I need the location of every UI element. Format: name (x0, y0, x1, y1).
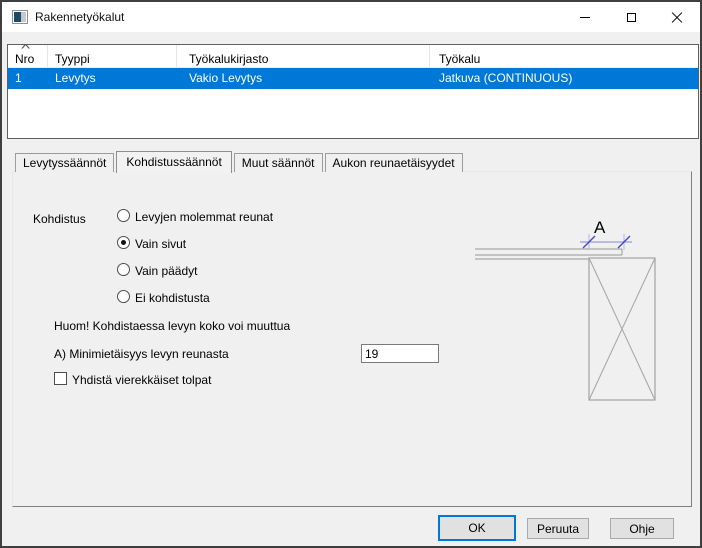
radio-vain-sivut[interactable] (117, 236, 130, 249)
tool-list-header: ^ Nro Tyyppi Työkalukirjasto Työkalu (8, 45, 698, 68)
window-controls (562, 2, 700, 32)
help-button[interactable]: Ohje (610, 518, 674, 539)
app-icon (12, 10, 28, 24)
cancel-button[interactable]: Peruuta (527, 518, 589, 539)
radio-levyjen-molemmat-reunat[interactable] (117, 209, 130, 222)
tool-list: ^ Nro Tyyppi Työkalukirjasto Työkalu 1 L… (7, 44, 699, 139)
alignment-diagram: A (457, 202, 692, 412)
minimize-icon (580, 17, 590, 18)
cell-tyyppi: Levytys (48, 68, 177, 89)
merge-studs-checkbox-label[interactable]: Yhdistä vierekkäiset tolpat (72, 373, 211, 387)
app-icon-left (14, 12, 21, 22)
app-icon-right (21, 12, 26, 22)
radio-label-vain-paadyt[interactable]: Vain päädyt (135, 264, 198, 278)
tab-muut-saannot[interactable]: Muut säännöt (234, 153, 323, 172)
radio-label-vain-sivut[interactable]: Vain sivut (135, 237, 186, 251)
cell-nro: 1 (8, 68, 48, 89)
table-row-selected[interactable]: 1 Levytys Vakio Levytys Jatkuva (CONTINU… (8, 68, 698, 89)
radio-label-levyjen-molemmat-reunat[interactable]: Levyjen molemmat reunat (135, 210, 273, 224)
minimize-button[interactable] (562, 2, 608, 32)
merge-studs-checkbox[interactable] (54, 372, 67, 385)
maximize-icon (627, 13, 636, 22)
close-icon (671, 11, 683, 23)
radio-vain-paadyt[interactable] (117, 263, 130, 276)
dimension-label: A (594, 218, 606, 237)
sort-ascending-icon: ^ (21, 43, 30, 55)
tab-strip: Levytyssäännöt Kohdistussäännöt Muut sää… (15, 150, 465, 172)
cell-tyokalukirjasto: Vakio Levytys (177, 68, 430, 89)
ok-button[interactable]: OK (438, 515, 516, 541)
radio-label-ei-kohdistusta[interactable]: Ei kohdistusta (135, 291, 210, 305)
close-button[interactable] (654, 2, 700, 32)
radio-ei-kohdistusta[interactable] (117, 290, 130, 303)
min-distance-input[interactable] (361, 344, 439, 363)
window-title: Rakennetyökalut (35, 2, 124, 32)
tab-kohdistussaannot[interactable]: Kohdistussäännöt (116, 151, 231, 173)
maximize-button[interactable] (608, 2, 654, 32)
column-header-tyokalu[interactable]: Työkalu (430, 45, 698, 67)
note-text: Huom! Kohdistaessa levyn koko voi muuttu… (54, 319, 290, 333)
column-header-tyyppi[interactable]: Tyyppi (48, 45, 177, 67)
tab-aukon-reunaetaisyydet[interactable]: Aukon reunaetäisyydet (325, 153, 463, 172)
column-header-tyokalukirjasto[interactable]: Työkalukirjasto (177, 45, 430, 67)
title-bar[interactable]: Rakennetyökalut (2, 2, 700, 32)
dialog-window: Rakennetyökalut ^ Nro Tyyppi Työkalukirj… (0, 0, 702, 548)
tab-levytyssaannot[interactable]: Levytyssäännöt (15, 153, 114, 172)
min-distance-label: A) Minimietäisyys levyn reunasta (54, 347, 229, 361)
cell-tyokalu: Jatkuva (CONTINUOUS) (430, 68, 698, 89)
kohdistus-group-label: Kohdistus (33, 212, 86, 226)
